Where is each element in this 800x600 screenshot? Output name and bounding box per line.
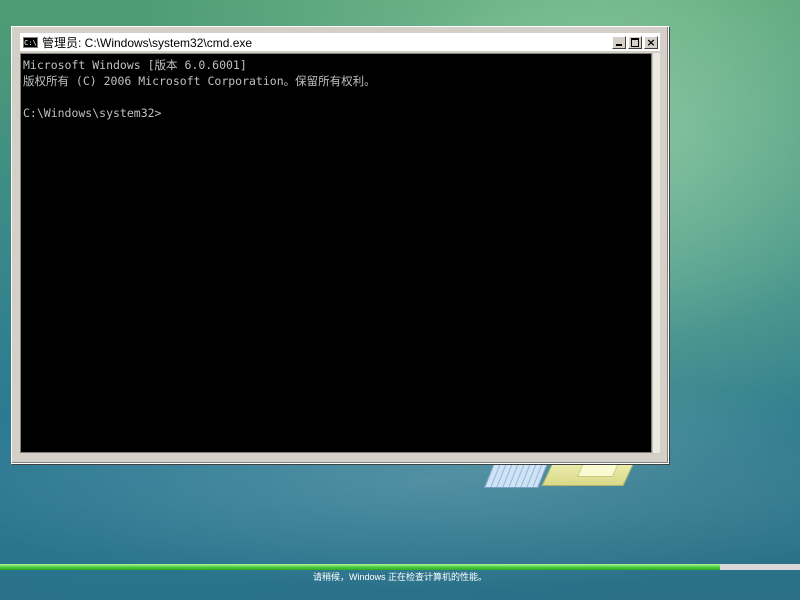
close-button[interactable]: × <box>644 35 658 49</box>
vertical-scrollbar[interactable] <box>652 53 660 453</box>
vista-setup-desktop: C:\ 管理员: C:\Windows\system32\cmd.exe × M… <box>0 0 800 600</box>
window-title: 管理员: C:\Windows\system32\cmd.exe <box>42 35 253 50</box>
window-controls: × <box>612 35 658 49</box>
console-line: 版权所有 (C) 2006 Microsoft Corporation。保留所有… <box>23 74 376 88</box>
console-prompt: C:\Windows\system32> <box>23 106 162 120</box>
close-icon: × <box>646 35 656 49</box>
maximize-button[interactable] <box>628 35 642 49</box>
setup-status-text: 请稍候，Windows 正在检查计算机的性能。 <box>312 572 487 582</box>
title-bar[interactable]: C:\ 管理员: C:\Windows\system32\cmd.exe × <box>20 33 660 51</box>
cmd-window[interactable]: C:\ 管理员: C:\Windows\system32\cmd.exe × M… <box>11 26 669 464</box>
console-output[interactable]: Microsoft Windows [版本 6.0.6001] 版权所有 (C)… <box>20 53 652 453</box>
console-line: Microsoft Windows [版本 6.0.6001] <box>23 58 247 72</box>
minimize-button[interactable] <box>612 35 626 49</box>
cmd-icon[interactable]: C:\ <box>23 36 38 48</box>
